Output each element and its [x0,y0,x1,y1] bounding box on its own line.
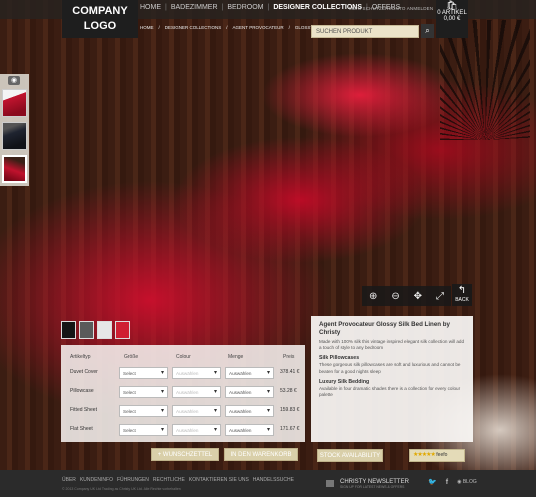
footer-link-contact[interactable]: KONTAKTIEREN SIE UNS [189,477,249,483]
social-links: 🐦 f ◉ BLOG [428,478,477,487]
colour-select[interactable]: Auswählen [172,405,221,417]
row-price: 53.28 € [280,388,297,394]
row-item-label: Pillowcase [70,388,94,394]
footer-links: ÜBER KUNDENINFO FÜHRUNGEN RECHTLICHE KON… [62,477,294,483]
product-intro: Made with 100% silk this vintage inspire… [319,339,465,351]
newsletter-icon [326,480,334,487]
colour-swatches [61,321,130,339]
breadcrumb-designer-collections[interactable]: DESIGNER COLLECTIONS [165,25,222,30]
thumbnail-red-bedding-detail[interactable] [2,155,27,183]
section-text: Available in four dramatic shades there … [319,385,461,398]
add-to-cart-button[interactable]: IN DEN WARENKORB [224,448,298,461]
column-header: Preis [283,354,295,360]
footer-link-tours[interactable]: FÜHRUNGEN [117,477,149,483]
account-login-link[interactable]: MEIN SCHUTZERKONTO ANMELDEN [349,6,433,11]
headboard-decoration [440,20,530,140]
back-label: BACK [455,297,469,303]
facebook-icon[interactable]: f [446,479,448,486]
pan-arrows-icon[interactable]: ✥ [414,291,422,302]
nav-separator: | [165,4,167,11]
newsletter-signup-link[interactable]: CHRISTY NEWSLETTER SIGN UP FOR LATEST NE… [340,479,409,489]
breadcrumb-separator: / [158,25,160,30]
breadcrumb-separator: / [226,25,228,30]
logo-line-1: COMPANY [72,5,128,17]
breadcrumb: HOME / DESIGNER COLLECTIONS / AGENT PROVOC… [140,25,324,30]
colour-select[interactable]: Auswählen [172,367,221,379]
quantity-select[interactable]: Auswählen [225,386,274,398]
stock-availability-button[interactable]: STOCK AVAILABILITY [317,449,383,462]
nav-item-home[interactable]: HOME [140,4,161,16]
footer-link-about[interactable]: ÜBER [62,477,76,483]
size-select[interactable]: Select [119,367,168,379]
size-select[interactable]: Select [119,386,168,398]
image-viewer-tools: ⊕ ⊖ ✥ ⤢ [362,286,451,306]
add-to-wishlist-button[interactable]: + WUNSCHZETTEL [151,448,219,461]
footer-link-stockists[interactable]: HANDELSSUCHE [253,477,294,483]
colour-select[interactable]: Auswählen [172,424,221,436]
nav-separator: | [267,4,270,11]
cart-total: 0,00 € [443,16,461,22]
zoom-in-icon[interactable]: ⊕ [369,291,377,302]
breadcrumb-separator: / [288,25,290,30]
column-header: Artikeltyp [70,354,91,360]
newsletter-subtitle: SIGN UP FOR LATEST NEWS & OFFERS [340,485,405,489]
quantity-select[interactable]: Auswählen [225,424,274,436]
footer-link-legal[interactable]: RECHTLICHE [153,477,185,483]
fullscreen-icon[interactable]: ⤢ [436,291,444,302]
swatch-red[interactable] [115,321,130,339]
size-select[interactable]: Select [119,424,168,436]
thumbnail-dark-bedding[interactable] [2,122,27,150]
swatch-white[interactable] [97,321,112,339]
column-header: Colour [176,354,191,360]
section-heading: Luxury Silk Bedding [319,378,370,385]
row-item-label: Flat Sheet [70,426,93,432]
row-price: 171.67 € [280,426,300,432]
feefo-rating-badge[interactable]: ★★★★★ feefo [409,449,465,462]
breadcrumb-home[interactable]: HOME [140,25,154,30]
order-table: Artikeltyp Größe Colour Menge Preis Duve… [61,345,305,442]
row-item-label: Duvet Cover [70,369,98,375]
twitter-icon[interactable]: 🐦 [428,478,437,486]
quantity-select[interactable]: Auswählen [225,405,274,417]
swatch-grey[interactable] [79,321,94,339]
blog-label: BLOG [462,479,477,485]
basket-icon: 🛍 [446,0,458,10]
size-select[interactable]: Select [119,405,168,417]
swatch-black[interactable] [61,321,76,339]
section-heading: Silk Pillowcases [319,355,360,362]
nav-separator: | [221,4,224,11]
cart-widget[interactable]: 🛍 0 ARTIKEL 0,00 € [436,0,468,38]
product-info-panel: Agent Provocateur Glossy Silk Bed Linen … [311,316,473,442]
blog-link[interactable]: ◉ BLOG [457,479,477,485]
feefo-label: feefo [436,452,448,458]
search-input[interactable]: SUCHEN PRODUKT [311,25,419,38]
zoom-out-icon[interactable]: ⊖ [391,291,399,302]
logo-line-2: LOGO [83,20,117,32]
thumbnail-red-bedding[interactable] [2,89,27,117]
search-icon[interactable]: ⌕ [421,24,434,38]
row-item-label: Fitted Sheet [70,407,97,413]
quantity-select[interactable]: Auswählen [225,367,274,379]
footer-link-customer-info[interactable]: KUNDENINFO [80,477,113,483]
row-price: 378.41 € [280,369,300,375]
section-text: These gorgeous silk pillowcases are soft… [319,362,461,374]
breadcrumb-agent-provocateur[interactable]: AGENT PROVOCATEUR [233,25,284,30]
column-header: Größe [124,354,139,360]
star-rating-icon: ★★★★★ [413,452,436,458]
back-arrow-icon: ↰ [457,285,467,296]
nav-item-badezimmer[interactable]: BADEZIMMER [171,4,218,16]
thumbnail-gallery: ◉ [0,74,29,186]
camera-icon: ◉ [8,76,20,85]
back-button[interactable]: ↰ BACK [452,284,472,306]
row-price: 159.83 € [280,407,300,413]
nav-item-bedroom[interactable]: BEDROOM [227,4,263,16]
product-title: Agent Provocateur Glossy Silk Bed Linen … [319,321,451,336]
copyright-text: © 2013 Company UK Ltd Trading as Christy… [62,487,181,491]
column-header: Menge [228,354,244,360]
company-logo[interactable]: COMPANY LOGO [62,0,138,38]
colour-select[interactable]: Auswählen [172,386,221,398]
